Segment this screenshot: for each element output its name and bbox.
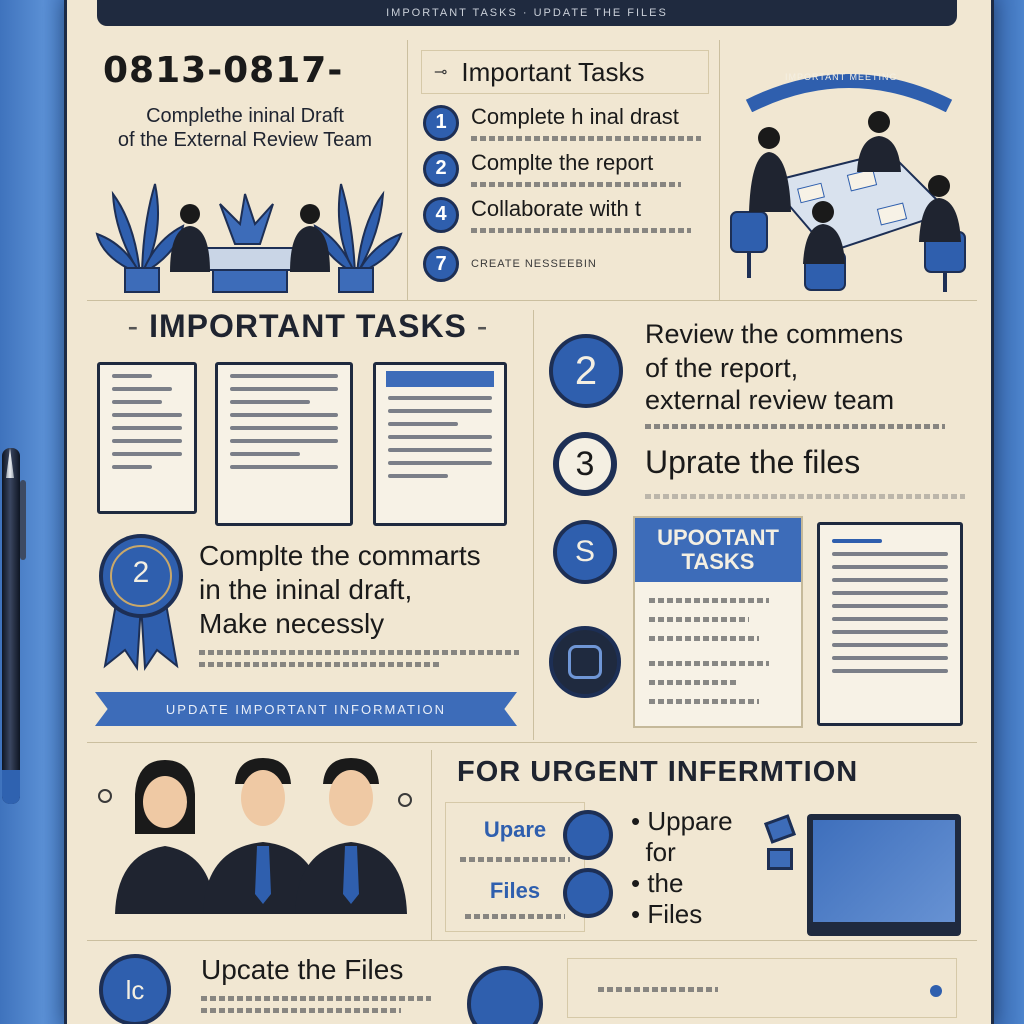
- file-stack-icon: [764, 814, 801, 898]
- pin-icon: ⊸: [434, 64, 448, 81]
- divider: [87, 940, 977, 941]
- bullet-item: • Uppare: [631, 806, 733, 836]
- review-section: 2 Review the commens of the report, exte…: [537, 306, 983, 738]
- tasks-mini-card: UPOOTANT TASKS: [633, 516, 803, 728]
- pen: [2, 448, 20, 804]
- section-heading: - IMPORTANT TASKS -: [127, 308, 489, 344]
- placeholder-line: [471, 182, 681, 187]
- team-illustration: [98, 758, 412, 914]
- task-item: 4 Collaborate with t: [423, 196, 691, 233]
- meeting-room-card: IMPORTANT MEETING: [725, 42, 983, 298]
- task-number-badge: 1: [423, 104, 459, 141]
- divider: [533, 310, 534, 740]
- update-files-strip-text: Upcate the Files: [201, 954, 404, 985]
- review-line-1: Review the commens: [645, 319, 904, 349]
- tasks-mini-card-heading-1: UPOOTANT: [657, 525, 779, 550]
- pen-clip: [20, 480, 26, 560]
- desk-surface-right: [994, 0, 1024, 1024]
- placeholder-line: [199, 662, 439, 667]
- urgent-info-card: FOR URGENT INFERMTION Uparе Files • Uppa…: [437, 748, 983, 938]
- important-tasks-header: ⊸ Important Tasks: [421, 50, 709, 94]
- review-line-2: of the report,: [645, 353, 799, 383]
- divider: [87, 742, 977, 743]
- update-banner: UPDATE IMPORTANT INFORMATION: [95, 692, 517, 726]
- divider: [719, 40, 720, 300]
- meeting-room-illustration: [730, 111, 966, 292]
- date-card: 0813-0817- Complethe ininal Draft of the…: [85, 42, 405, 298]
- clipboard-icon: [373, 362, 507, 526]
- task-label: Complete h inal drast: [471, 104, 679, 129]
- task-number-badge: 2: [423, 150, 459, 187]
- checklist-document-icon: [215, 362, 353, 526]
- bullet-item: for: [645, 837, 676, 867]
- review-line-3: external review team: [645, 385, 895, 415]
- subtitle-line-2: of the External Review Team: [117, 129, 373, 151]
- award-ribbon-icon: [99, 534, 183, 672]
- step-number-circle: 2: [549, 334, 623, 408]
- bullet-item: • the: [631, 868, 684, 898]
- tasks-mini-card-header: UPOOTANT TASKS: [635, 518, 801, 582]
- team-card: [85, 748, 429, 938]
- placeholder-line: [199, 650, 519, 655]
- update-label-box: Uparе Files: [445, 802, 585, 932]
- infographic-poster: IMPORTANT TASKS · UPDATE THE FILES 0813-…: [64, 0, 994, 1024]
- urgent-bullet-list: • Uppare for • the • Files: [631, 806, 733, 930]
- bullet-item: • Files: [631, 899, 703, 929]
- award-text-line-2: in the ininal draft,: [199, 574, 413, 605]
- award-text-line-3: Make necessly: [199, 608, 385, 639]
- step-number-circle: S: [553, 520, 617, 584]
- update-files-text: Uprate the files: [645, 444, 861, 480]
- task-item: 2 Complte the report: [423, 150, 681, 187]
- team-member: [295, 758, 407, 914]
- placeholder-line: [201, 996, 431, 1001]
- meeting-illustration: [95, 183, 403, 293]
- placeholder-line: [645, 494, 965, 499]
- subtitle-line-1: Complethe ininal Draft: [146, 105, 344, 127]
- date-range-title: 0813-0817-: [103, 50, 344, 91]
- placeholder-line: [471, 136, 701, 141]
- monitor-icon: [807, 814, 961, 936]
- important-tasks-card: ⊸ Important Tasks 1 Complete h inal dras…: [413, 42, 717, 298]
- clock-icon: [549, 626, 621, 698]
- task-label: CREATE NESSEEBIN: [471, 258, 597, 270]
- important-tasks-section: - IMPORTANT TASKS - 2 Complte the commar…: [85, 306, 531, 738]
- divider: [87, 300, 977, 301]
- tasks-mini-card-heading-2: TASKS: [681, 549, 755, 574]
- award-text-line-1: Complte the commarts: [199, 540, 481, 571]
- divider: [431, 750, 432, 940]
- task-number-badge: 7: [423, 246, 459, 282]
- bottom-info-box: [567, 958, 957, 1018]
- report-document-icon: [817, 522, 963, 726]
- curved-badge-text: IMPORTANT MEETING: [785, 72, 898, 82]
- placeholder-line: [471, 228, 691, 233]
- progress-circle-icon: [563, 810, 613, 860]
- top-banner: IMPORTANT TASKS · UPDATE THE FILES: [97, 0, 957, 26]
- urgent-info-heading: FOR URGENT INFERMTION: [457, 756, 859, 788]
- team-member: [115, 760, 215, 914]
- document-icon: [97, 362, 197, 514]
- award-number: 2: [132, 556, 150, 589]
- update-files-strip: lc Upcate the Files: [85, 944, 445, 1024]
- clock-icon: [467, 966, 543, 1024]
- placeholder-line: [201, 1008, 401, 1013]
- step-number-circle: 3: [553, 432, 617, 496]
- task-number-badge: 4: [423, 196, 459, 233]
- task-label: Collaborate with t: [471, 196, 641, 221]
- task-label: Complte the report: [471, 150, 654, 175]
- task-item: 7 CREATE NESSEEBIN: [423, 246, 597, 282]
- step-number-circle: lc: [99, 954, 171, 1024]
- status-dot-icon: [930, 985, 942, 997]
- divider: [407, 40, 408, 300]
- placeholder-line: [645, 424, 945, 429]
- progress-circle-icon: [563, 868, 613, 918]
- pen-cap: [2, 770, 20, 804]
- section-heading-text: IMPORTANT TASKS: [149, 308, 467, 344]
- important-tasks-heading: Important Tasks: [461, 56, 645, 87]
- task-item: 1 Complete h inal drast: [423, 104, 701, 141]
